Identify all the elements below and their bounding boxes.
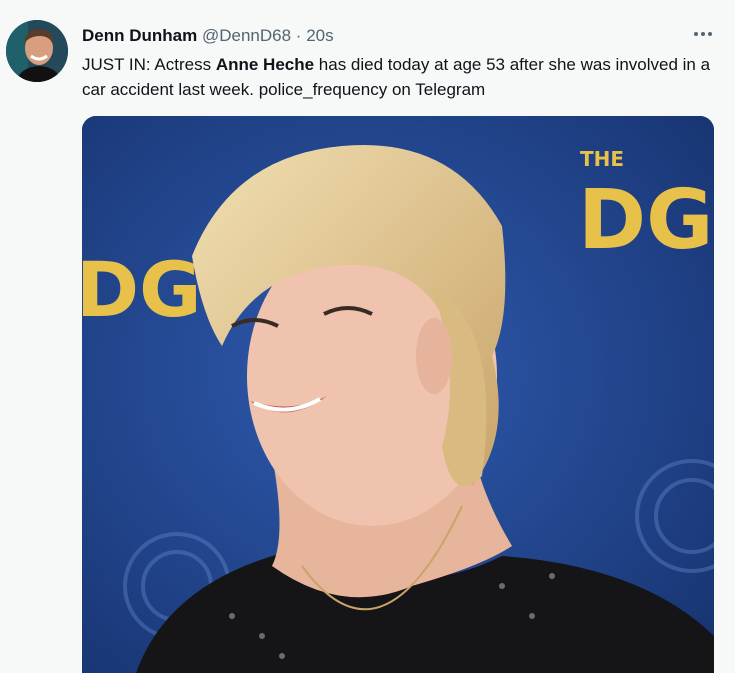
backdrop-wordmark-right: DG: [578, 173, 713, 268]
tweet-text-highlight[interactable]: Anne Heche: [216, 55, 314, 74]
tweet-text: JUST IN: Actress Anne Heche has died tod…: [82, 52, 722, 102]
timestamp[interactable]: 20s: [306, 26, 333, 45]
tweet-photo[interactable]: THE DG DG: [82, 116, 714, 673]
tweet-header: Denn Dunham @DennD68 · 20s: [82, 26, 334, 46]
photo-illustration: THE DG DG: [82, 116, 714, 673]
separator: ·: [295, 26, 302, 45]
tweet-card[interactable]: Denn Dunham @DennD68 · 20s JUST IN: Actr…: [0, 0, 735, 673]
tweet-text-intro: JUST IN: Actress: [82, 55, 216, 74]
avatar[interactable]: [6, 20, 68, 82]
backdrop-wordmark-left: DG: [82, 245, 201, 334]
author-handle[interactable]: @DennD68: [202, 26, 291, 45]
avatar-image: [6, 20, 68, 82]
backdrop-the-text: THE: [580, 147, 624, 171]
backdrop-logo-left: DG: [82, 245, 201, 334]
more-horizontal-icon[interactable]: [688, 22, 718, 46]
author-name[interactable]: Denn Dunham: [82, 26, 197, 45]
